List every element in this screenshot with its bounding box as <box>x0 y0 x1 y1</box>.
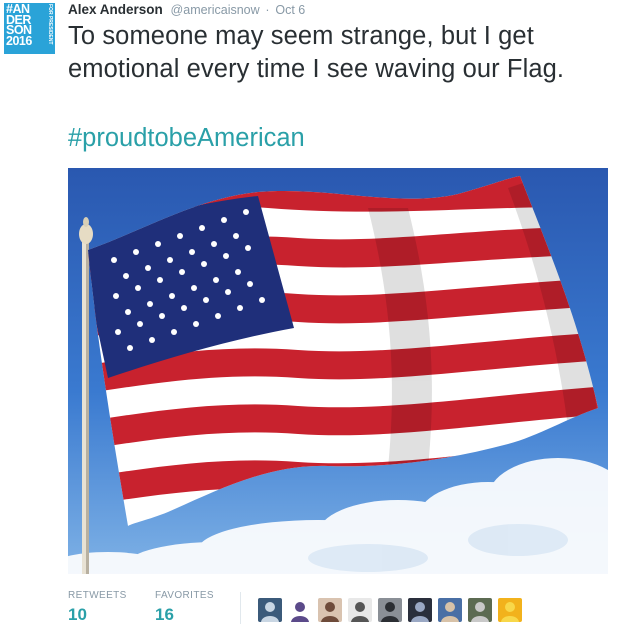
american-flag-photo-icon <box>68 168 608 574</box>
header-separator: · <box>265 3 270 17</box>
liker-avatar-1[interactable] <box>258 598 282 622</box>
tweet-text: To someone may seem strange, but I get e… <box>68 22 565 83</box>
retweets-label: RETWEETS <box>68 590 127 601</box>
author-handle[interactable]: @americaisnow <box>171 3 260 17</box>
liker-avatar-7[interactable] <box>438 598 462 622</box>
favorites-stat[interactable]: FAVORITES 16 <box>155 590 214 624</box>
tweet-stats: RETWEETS 10 FAVORITES 16 <box>68 590 618 624</box>
tweet-header: Alex Anderson @americaisnow · Oct 6 <box>68 2 305 22</box>
liker-avatar-6[interactable] <box>408 598 432 622</box>
author-name[interactable]: Alex Anderson <box>68 2 163 17</box>
favorites-label: FAVORITES <box>155 590 214 601</box>
author-avatar[interactable]: #AN DER SON 2016 FOR PRESIDENT <box>4 3 55 54</box>
liker-avatar-4[interactable] <box>348 598 372 622</box>
tweet-photo[interactable] <box>68 168 608 574</box>
liker-avatar-5[interactable] <box>378 598 402 622</box>
hashtag-link[interactable]: #proudtobeAmerican <box>68 122 305 155</box>
liker-avatar-8[interactable] <box>468 598 492 622</box>
liker-avatar-2[interactable] <box>288 598 312 622</box>
stats-divider <box>240 592 241 624</box>
retweets-stat[interactable]: RETWEETS 10 <box>68 590 127 624</box>
liker-avatar-3[interactable] <box>318 598 342 622</box>
avatar-side-text: FOR PRESIDENT <box>47 4 53 45</box>
liker-avatar-9[interactable] <box>498 598 522 622</box>
favorites-count: 16 <box>155 605 174 624</box>
avatar-logo-text: #AN DER SON 2016 <box>6 3 32 48</box>
retweets-count: 10 <box>68 605 87 624</box>
tweet-date[interactable]: Oct 6 <box>275 3 305 17</box>
